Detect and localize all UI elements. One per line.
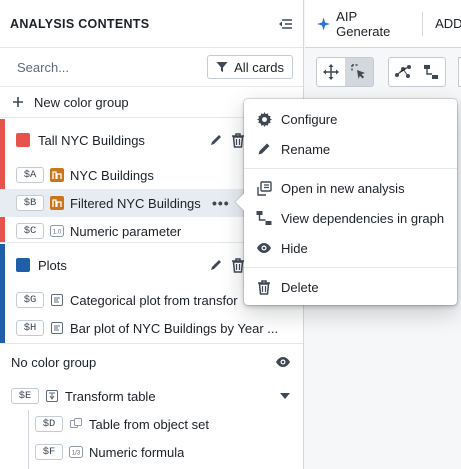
card-tag: $D [35, 416, 63, 432]
eye-icon [256, 240, 272, 256]
card-label: Table from object set [89, 416, 209, 432]
hierarchy-icon [424, 65, 438, 79]
card-tag: $B [16, 195, 44, 211]
collapse-panel-icon[interactable] [277, 16, 293, 32]
card-tag: $F [35, 444, 63, 460]
object-set-icon [50, 196, 64, 210]
menu-item-open-in-new-analysis[interactable]: Open in new analysis [244, 173, 457, 203]
menu-item-configure[interactable]: Configure [244, 104, 457, 134]
graph-icon [256, 210, 272, 226]
filter-label: All cards [234, 59, 284, 75]
move-icon [323, 64, 339, 80]
menu-divider [244, 267, 457, 268]
select-mode-button[interactable] [345, 58, 373, 86]
card-tag: $E [11, 388, 39, 404]
more-options-icon[interactable]: ••• [212, 195, 230, 211]
chart-icon [50, 321, 64, 335]
search-row: All cards [0, 48, 303, 86]
pencil-icon [256, 141, 272, 157]
no-color-group-label: No color group [11, 354, 97, 370]
card-row[interactable]: $F 1/3 Numeric formula [35, 438, 303, 466]
menu-item-hide[interactable]: Hide [244, 233, 457, 263]
tree-guide-line [28, 410, 29, 469]
card-tag: $A [16, 167, 44, 183]
aip-sparkle-icon [317, 16, 331, 31]
object-set-icon [50, 168, 64, 182]
card-label: Categorical plot from transfor [70, 292, 238, 308]
trash-icon[interactable] [231, 257, 245, 273]
canvas-mode-toolbar [316, 57, 374, 87]
trash-icon[interactable] [231, 132, 245, 148]
open-new-icon [256, 180, 272, 196]
formula-icon: 1/3 [69, 445, 83, 459]
pencil-icon[interactable] [209, 258, 223, 272]
graph-layout-button[interactable] [389, 58, 417, 86]
card-label: Bar plot of NYC Buildings by Year ... [70, 320, 279, 336]
panel-title: ANALYSIS CONTENTS [10, 16, 150, 31]
trash-icon [256, 279, 272, 295]
search-input[interactable] [17, 53, 208, 81]
eye-icon[interactable] [275, 356, 291, 368]
card-tag: $C [16, 223, 44, 239]
aip-generate-label: AIP Generate [336, 8, 391, 39]
new-color-group-label: New color group [34, 94, 129, 110]
menu-item-rename[interactable]: Rename [244, 134, 457, 164]
pencil-icon[interactable] [209, 133, 223, 147]
filter-icon [216, 62, 228, 72]
menu-item-label: Open in new analysis [281, 180, 405, 196]
gear-icon [256, 111, 272, 127]
card-row[interactable]: $E Transform table [0, 382, 303, 410]
canvas-layout-toolbar [388, 57, 446, 87]
plus-icon [13, 97, 23, 107]
add-menu-button[interactable]: ADD [423, 16, 461, 31]
group-color-swatch[interactable] [16, 133, 30, 147]
analysis-topbar: AIP Generate ADD [305, 0, 461, 48]
group-name: Plots [38, 257, 67, 273]
menu-divider [244, 168, 457, 169]
card-row[interactable]: $D Table from object set [35, 410, 303, 438]
group-name: Tall NYC Buildings [38, 132, 145, 148]
menu-item-label: Hide [281, 240, 308, 256]
panel-header: ANALYSIS CONTENTS [0, 0, 303, 48]
menu-item-delete[interactable]: Delete [244, 272, 457, 302]
card-label: Numeric parameter [70, 223, 182, 239]
pan-mode-button[interactable] [317, 58, 345, 86]
transform-table-icon [45, 389, 59, 403]
menu-item-view-dependencies[interactable]: View dependencies in graph [244, 203, 457, 233]
svg-text:1/3: 1/3 [72, 451, 81, 457]
no-color-group-header[interactable]: No color group [0, 345, 303, 379]
card-label: Filtered NYC Buildings [70, 195, 201, 211]
card-row[interactable]: $H Bar plot of NYC Buildings by Year ... [0, 314, 303, 342]
chart-icon [50, 293, 64, 307]
aip-generate-button[interactable]: AIP Generate [305, 8, 424, 39]
card-label: NYC Buildings [70, 167, 154, 183]
card-tag: $H [16, 320, 44, 336]
tree-layout-button[interactable] [417, 58, 445, 86]
card-label: Transform table [65, 388, 156, 404]
card-tag: $G [16, 292, 44, 308]
menu-item-label: Rename [281, 141, 331, 157]
select-cursor-icon [351, 64, 365, 79]
menu-item-label: Configure [281, 111, 338, 127]
all-cards-filter-button[interactable]: All cards [207, 55, 293, 79]
table-icon [69, 417, 83, 431]
group-color-swatch[interactable] [16, 258, 30, 272]
card-context-menu: Configure Rename Open in new analysis Vi… [235, 99, 457, 305]
svg-text:1.0: 1.0 [53, 230, 62, 236]
card-label: Numeric formula [89, 444, 185, 460]
nodes-icon [395, 65, 411, 78]
menu-item-label: View dependencies in graph [281, 210, 445, 226]
numeric-icon: 1.0 [50, 224, 64, 238]
caret-down-icon[interactable] [280, 393, 290, 399]
menu-item-label: Delete [281, 279, 319, 295]
